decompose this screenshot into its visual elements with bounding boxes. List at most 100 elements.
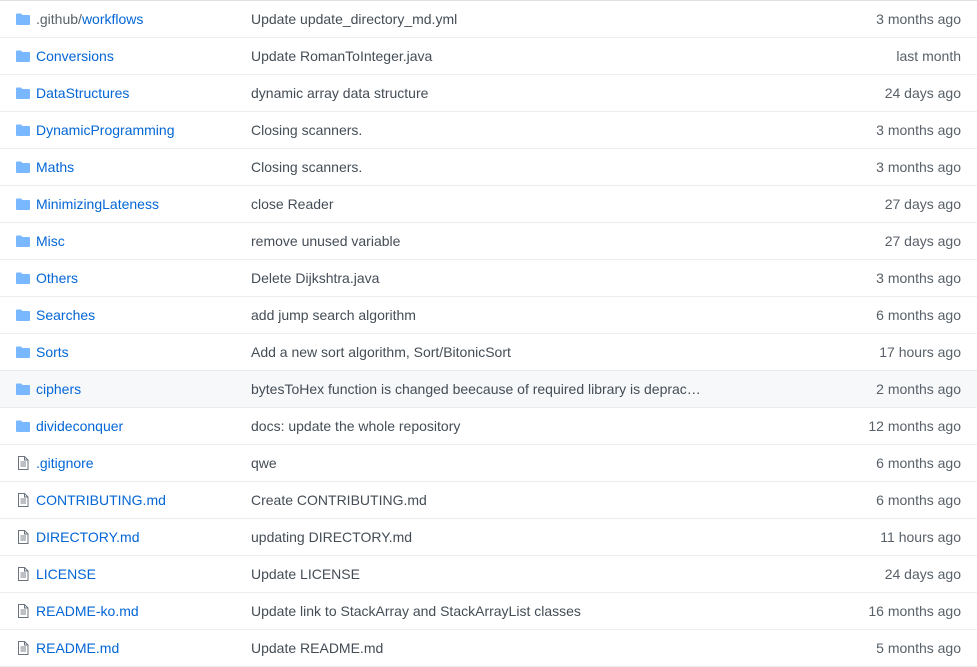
commit-message-link[interactable]: Update LICENSE: [251, 566, 721, 583]
file-name-label: DynamicProgramming: [36, 122, 175, 138]
file-name-link[interactable]: .github/workflows: [36, 11, 143, 28]
commit-message-link[interactable]: remove unused variable: [251, 233, 721, 250]
file-icon: [18, 530, 29, 544]
commit-age: 24 days ago: [884, 85, 961, 101]
file-name-label: workflows: [81, 11, 144, 27]
file-name-label: Sorts: [36, 344, 69, 360]
file-name-label: Misc: [36, 233, 65, 249]
file-name-link[interactable]: LICENSE: [36, 566, 96, 583]
file-row: CONTRIBUTING.md Create CONTRIBUTING.md 6…: [0, 482, 977, 519]
commit-message-link[interactable]: close Reader: [251, 196, 721, 213]
file-icon: [18, 604, 29, 618]
commit-message-link[interactable]: bytesToHex function is changed beecause …: [251, 381, 721, 398]
file-icon: [18, 493, 29, 507]
file-name-label: CONTRIBUTING.md: [36, 492, 166, 508]
file-row: divideconquer docs: update the whole rep…: [0, 408, 977, 445]
file-row: Searches add jump search algorithm 6 mon…: [0, 297, 977, 334]
folder-icon: [16, 13, 30, 25]
file-row: MinimizingLateness close Reader 27 days …: [0, 186, 977, 223]
commit-message-link[interactable]: Update RomanToInteger.java: [251, 48, 721, 65]
folder-icon: [16, 272, 30, 284]
commit-message-link[interactable]: add jump search algorithm: [251, 307, 721, 324]
file-name-label: ciphers: [36, 381, 82, 397]
file-name-link[interactable]: README-ko.md: [36, 603, 139, 620]
folder-icon: [16, 87, 30, 99]
commit-age: 17 hours ago: [879, 344, 961, 360]
commit-age: 6 months ago: [876, 455, 961, 471]
file-name-link[interactable]: ciphers: [36, 381, 81, 398]
folder-icon: [16, 420, 30, 432]
file-icon: [18, 641, 29, 655]
file-name-link[interactable]: README.md: [36, 640, 119, 657]
file-name-prefix: .github/: [36, 11, 82, 27]
file-name-link[interactable]: Searches: [36, 307, 95, 324]
commit-age: 2 months ago: [876, 381, 961, 397]
file-row: DynamicProgramming Closing scanners. 3 m…: [0, 112, 977, 149]
commit-message-link[interactable]: Add a new sort algorithm, Sort/BitonicSo…: [251, 344, 721, 361]
commit-age: 3 months ago: [876, 270, 961, 286]
file-row: .gitignore qwe 6 months ago: [0, 445, 977, 482]
folder-icon: [16, 198, 30, 210]
file-name-link[interactable]: Sorts: [36, 344, 69, 361]
file-row: Misc remove unused variable 27 days ago: [0, 223, 977, 260]
file-name-label: DIRECTORY.md: [36, 529, 140, 545]
commit-age: last month: [896, 48, 961, 64]
file-row: DataStructures dynamic array data struct…: [0, 75, 977, 112]
commit-age: 24 days ago: [884, 566, 961, 582]
file-name-link[interactable]: MinimizingLateness: [36, 196, 159, 213]
folder-icon: [16, 346, 30, 358]
commit-age: 3 months ago: [876, 122, 961, 138]
commit-message-link[interactable]: Closing scanners.: [251, 159, 721, 176]
folder-icon: [16, 309, 30, 321]
file-name-label: LICENSE: [36, 566, 96, 582]
commit-age: 3 months ago: [876, 11, 961, 27]
commit-age: 5 months ago: [876, 640, 961, 656]
file-name-label: DataStructures: [36, 85, 130, 101]
commit-message-link[interactable]: dynamic array data structure: [251, 85, 721, 102]
file-name-link[interactable]: .gitignore: [36, 455, 94, 472]
file-row: Maths Closing scanners. 3 months ago: [0, 149, 977, 186]
file-row: Sorts Add a new sort algorithm, Sort/Bit…: [0, 334, 977, 371]
file-row: ciphers bytesToHex function is changed b…: [0, 371, 977, 408]
file-row: LICENSE Update LICENSE 24 days ago: [0, 556, 977, 593]
commit-message-link[interactable]: qwe: [251, 455, 721, 472]
file-name-label: Searches: [36, 307, 96, 323]
commit-age: 6 months ago: [876, 492, 961, 508]
file-icon: [18, 456, 29, 470]
commit-age: 27 days ago: [884, 233, 961, 249]
file-name-link[interactable]: divideconquer: [36, 418, 123, 435]
file-name-link[interactable]: Maths: [36, 159, 74, 176]
file-name-label: divideconquer: [36, 418, 124, 434]
commit-message-link[interactable]: Update update_directory_md.yml: [251, 11, 721, 28]
folder-icon: [16, 161, 30, 173]
commit-age: 6 months ago: [876, 307, 961, 323]
folder-icon: [16, 50, 30, 62]
folder-icon: [16, 124, 30, 136]
commit-message-link[interactable]: updating DIRECTORY.md: [251, 529, 721, 546]
commit-age: 12 months ago: [868, 418, 961, 434]
file-name-label: Others: [36, 270, 79, 286]
file-name-link[interactable]: DIRECTORY.md: [36, 529, 139, 546]
file-name-label: Conversions: [36, 48, 114, 64]
file-name-link[interactable]: DynamicProgramming: [36, 122, 174, 139]
file-name-link[interactable]: Misc: [36, 233, 65, 250]
file-name-link[interactable]: CONTRIBUTING.md: [36, 492, 166, 509]
file-row: DIRECTORY.md updating DIRECTORY.md 11 ho…: [0, 519, 977, 556]
file-list: .github/workflows Update update_director…: [0, 0, 977, 667]
commit-message-link[interactable]: Closing scanners.: [251, 122, 721, 139]
file-name-label: Maths: [36, 159, 75, 175]
commit-message-link[interactable]: Create CONTRIBUTING.md: [251, 492, 721, 509]
commit-message-link[interactable]: Update link to StackArray and StackArray…: [251, 603, 721, 620]
commit-message-link[interactable]: docs: update the whole repository: [251, 418, 721, 435]
file-name-label: .gitignore: [36, 455, 94, 471]
file-name-link[interactable]: DataStructures: [36, 85, 129, 102]
file-name-label: README.md: [36, 640, 120, 656]
commit-age: 11 hours ago: [880, 529, 961, 545]
file-name-link[interactable]: Conversions: [36, 48, 114, 65]
commit-message-link[interactable]: Update README.md: [251, 640, 721, 657]
file-name-link[interactable]: Others: [36, 270, 78, 287]
file-name-label: README-ko.md: [36, 603, 139, 619]
commit-message-link[interactable]: Delete Dijkshtra.java: [251, 270, 721, 287]
commit-age: 3 months ago: [876, 159, 961, 175]
file-row: .github/workflows Update update_director…: [0, 1, 977, 38]
